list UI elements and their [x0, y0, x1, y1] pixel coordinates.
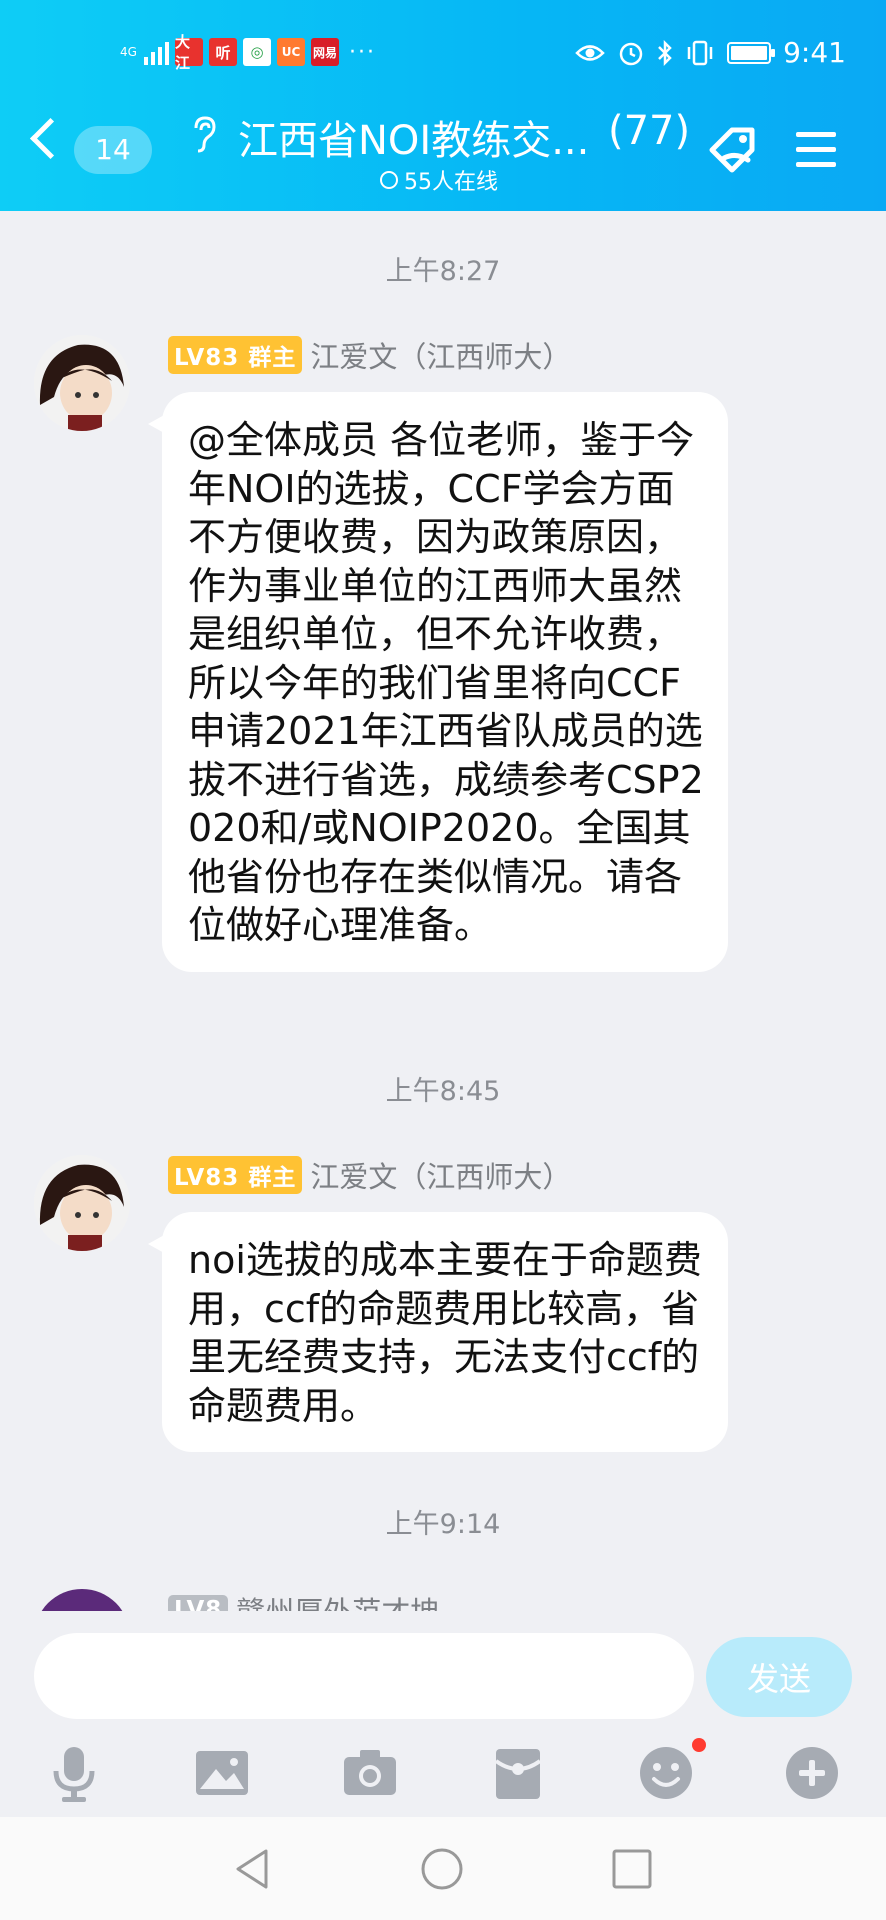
- network-type: 4G: [120, 44, 137, 59]
- message-timestamp: 上午9:14: [385, 1509, 501, 1540]
- message-timestamp: 上午8:27: [385, 256, 501, 287]
- message-bubble[interactable]: @全体成员 各位老师，鉴于今年NOI的选拔，CCF学会方面不方便收费，因为政策原…: [148, 392, 728, 972]
- avatar-image: [34, 1155, 130, 1251]
- microphone-icon[interactable]: [42, 1741, 106, 1805]
- group-title[interactable]: 江西省NOI教练交...: [238, 108, 589, 166]
- sender-line: LV8 赣州厚外范才坤: [168, 1589, 439, 1611]
- level-badge: LV83 群主: [168, 336, 303, 374]
- system-nav-bar: [0, 1817, 886, 1920]
- menu-icon[interactable]: [796, 132, 836, 177]
- nav-home-icon[interactable]: [420, 1847, 464, 1891]
- message-timestamp: 上午8:45: [385, 1076, 501, 1107]
- online-indicator-icon: [380, 171, 398, 189]
- message-bubble[interactable]: noi选拔的成本主要在于命题费用，ccf的命题费用比较高，省里无经费支持，无法支…: [148, 1212, 728, 1452]
- vibrate-icon: [687, 40, 713, 65]
- level-badge: LV83 群主: [168, 1156, 303, 1194]
- avatar-image: [34, 335, 130, 431]
- signal-icon: [144, 39, 169, 65]
- alarm-icon: [619, 42, 643, 65]
- app-notification-icon: 听: [209, 38, 237, 66]
- member-count[interactable]: (77): [608, 108, 690, 154]
- status-bar: 4G 大江 听 ◎ UC 网易 ··· 9:41: [0, 30, 886, 80]
- chat-header: 4G 大江 听 ◎ UC 网易 ··· 9:41 14 江西省NOI教练交...…: [0, 0, 886, 211]
- avatar[interactable]: [34, 1589, 130, 1611]
- nav-recents-icon[interactable]: [610, 1847, 654, 1891]
- earpiece-mode-icon[interactable]: [188, 114, 218, 154]
- red-packet-icon[interactable]: [486, 1741, 550, 1805]
- back-arrow-icon[interactable]: [29, 117, 72, 160]
- message-list[interactable]: 上午8:27 LV83 群主 江爱文（江西师大） @全体成员 各位老师，鉴于今年…: [0, 211, 886, 1611]
- battery-icon: [727, 41, 776, 64]
- online-status: 55人在线: [380, 164, 498, 196]
- input-bar: 发送: [0, 1611, 886, 1817]
- emoji-icon[interactable]: [634, 1741, 698, 1805]
- level-badge: LV8: [168, 1595, 229, 1611]
- more-notifications-icon: ···: [349, 39, 376, 65]
- sender-line: LV83 群主 江爱文（江西师大）: [168, 1154, 571, 1196]
- online-count: 55人在线: [404, 170, 498, 195]
- image-icon[interactable]: [190, 1741, 254, 1805]
- camera-icon[interactable]: [338, 1741, 402, 1805]
- sender-name[interactable]: 江爱文（江西师大）: [310, 334, 571, 376]
- avatar[interactable]: [34, 1155, 130, 1251]
- avatar[interactable]: [34, 335, 130, 431]
- plus-icon[interactable]: [780, 1741, 844, 1805]
- status-time: 9:41: [783, 36, 846, 69]
- bluetooth-icon: [658, 39, 672, 66]
- send-button[interactable]: 发送: [706, 1637, 852, 1717]
- message-input[interactable]: [34, 1633, 694, 1719]
- app-notification-icon: UC: [277, 38, 305, 66]
- sender-name[interactable]: 江爱文（江西师大）: [310, 1154, 571, 1196]
- app-notification-icon: 网易: [311, 38, 339, 66]
- app-notification-icon: 大江: [175, 33, 203, 72]
- nav-back-icon[interactable]: [232, 1847, 276, 1891]
- group-tag-icon[interactable]: [704, 122, 764, 178]
- app-notification-icon: ◎: [243, 38, 271, 66]
- sender-name[interactable]: 赣州厚外范才坤: [236, 1589, 439, 1611]
- eye-comfort-icon: [575, 44, 605, 61]
- unread-count-badge[interactable]: 14: [74, 126, 152, 174]
- sender-line: LV83 群主 江爱文（江西师大）: [168, 334, 571, 376]
- emoji-new-dot: [692, 1738, 706, 1752]
